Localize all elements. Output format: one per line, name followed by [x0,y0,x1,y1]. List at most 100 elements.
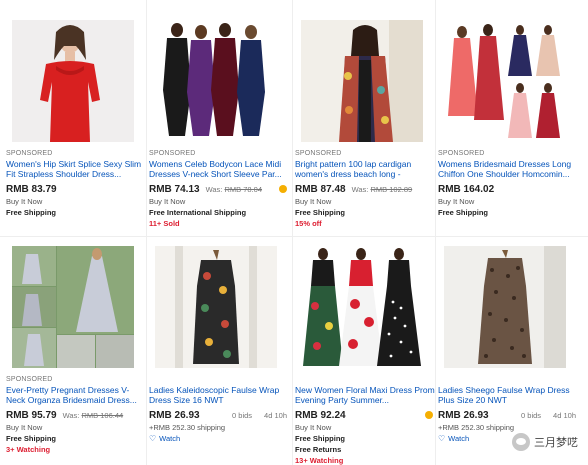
was-price: Was: RMB 78.04 [206,185,262,194]
shipping-info: Free International Shipping [149,208,247,217]
top-rated-badge-icon [279,185,287,193]
price: RMB 74.13 [149,184,200,195]
price-row: RMB 164.02 [438,184,580,196]
floral-maxi-dress-photo [301,246,423,368]
watch-link[interactable]: ♡ Watch [149,433,291,444]
price-row: RMB 26.93 0 bids 4d 10h [438,410,580,422]
shipping-info: Free Shipping [438,208,489,217]
wechat-logo-icon [512,433,530,451]
column-divider [292,0,293,465]
was-price-value: RMB 102.89 [370,185,413,194]
price-row: RMB 92.24 [295,410,437,422]
pregnant-dress-photo [12,246,134,368]
shipping-info: Free Shipping [6,208,57,217]
bid-count: 0 bids [232,411,253,420]
price-row: RMB 95.79 Was: RMB 106.44 [6,410,148,422]
shipping-cost: +RMB 252.30 shipping [149,423,226,432]
price: RMB 83.79 [6,184,57,195]
price-row: RMB 87.48 Was: RMB 102.89 [295,184,437,196]
kaleidoscopic-dress-photo [155,246,277,368]
price: RMB 92.24 [295,410,346,421]
product-title-link[interactable]: Women's Hip Skirt Splice Sexy Slim Fit S… [6,159,148,179]
shipping-info: Free Shipping [295,208,346,217]
shipping-cost: +RMB 252.30 shipping [438,423,515,432]
product-card[interactable]: SPONSORED Ever-Pretty Pregnant Dresses V… [6,246,148,455]
buy-format: Buy It Now [6,197,43,206]
price-row: RMB 83.79 [6,184,148,196]
sponsored-label: SPONSORED [149,150,196,157]
price: RMB 87.48 [295,184,346,195]
sponsored-label: SPONSORED [6,376,53,383]
bid-count: 0 bids [521,411,542,420]
product-card[interactable]: Ladies Kaleidoscopic Faulse Wrap Dress S… [149,246,291,444]
product-image[interactable] [444,246,566,368]
was-price-value: RMB 106.44 [81,411,124,420]
sponsored-label [295,376,437,384]
shipping-info: Free Shipping [295,434,346,443]
was-price: Was: RMB 102.89 [352,185,413,194]
product-title-link[interactable]: Ladies Kaleidoscopic Faulse Wrap Dress S… [149,385,291,405]
top-rated-badge-icon [425,411,433,419]
product-image[interactable] [12,246,134,368]
sheego-dress-photo [444,246,566,368]
product-title-link[interactable]: Bright pattern 100 lap cardigan women's … [295,159,437,179]
was-label: Was: [62,411,80,420]
red-dress-photo [12,20,134,142]
price: RMB 164.02 [438,184,495,195]
sponsored-label: SPONSORED [6,150,53,157]
watching-count: 13+ Watching [295,456,344,465]
bridesmaid-dresses-photo [444,20,566,142]
buy-format: Buy It Now [438,197,475,206]
heart-icon: ♡ [438,434,446,443]
price: RMB 95.79 [6,410,57,421]
product-card[interactable]: SPONSORED Womens Celeb Bodycon Lace Midi… [149,20,291,229]
price: RMB 26.93 [149,410,200,421]
product-title-link[interactable]: Womens Bridesmaid Dresses Long Chiffon O… [438,159,580,179]
product-title-link[interactable]: Ever-Pretty Pregnant Dresses V-Neck Orga… [6,385,148,405]
product-image[interactable] [301,20,423,142]
product-card[interactable]: SPONSORED Women's Hip Skirt Splice Sexy … [6,20,148,218]
watch-label: Watch [159,434,181,443]
shipping-info: Free Shipping [6,434,57,443]
returns-info: Free Returns [295,445,342,454]
buy-format: Buy It Now [6,423,43,432]
product-card[interactable]: New Women Floral Maxi Dress Prom Evening… [295,246,437,465]
product-title-link[interactable]: Ladies Sheego Faulse Wrap Dress Plus Siz… [438,385,580,405]
row-divider [0,236,588,237]
product-title-link[interactable]: New Women Floral Maxi Dress Prom Evening… [295,385,437,405]
discount-label: 15% off [295,219,322,228]
cardigan-photo [301,20,423,142]
product-card[interactable]: Ladies Sheego Faulse Wrap Dress Plus Siz… [438,246,580,444]
product-image[interactable] [301,246,423,368]
sponsored-label: SPONSORED [295,150,342,157]
sold-count: 11+ Sold [149,219,180,228]
watching-count: 3+ Watching [6,445,51,454]
product-card[interactable]: SPONSORED Womens Bridesmaid Dresses Long… [438,20,580,218]
sponsored-label: SPONSORED [438,150,485,157]
product-title-link[interactable]: Womens Celeb Bodycon Lace Midi Dresses V… [149,159,291,179]
product-image[interactable] [444,20,566,142]
watermark-text: 三月梦呓 [534,437,578,449]
price-row: RMB 26.93 0 bids 4d 10h [149,410,291,422]
price-row: RMB 74.13 Was: RMB 78.04 [149,184,291,196]
price: RMB 26.93 [438,410,489,421]
buy-format: Buy It Now [295,423,332,432]
was-price-value: RMB 78.04 [224,185,263,194]
product-image[interactable] [12,20,134,142]
buy-format: Buy It Now [149,197,186,206]
product-card[interactable]: SPONSORED Bright pattern 100 lap cardiga… [295,20,437,229]
was-price: Was: RMB 106.44 [63,411,124,420]
lace-dresses-photo [155,20,277,142]
time-left: 4d 10h [553,411,576,420]
buy-format: Buy It Now [295,197,332,206]
product-image[interactable] [155,246,277,368]
watermark: 三月梦呓 [512,433,578,451]
sponsored-label [149,376,291,384]
heart-icon: ♡ [149,434,157,443]
sponsored-label [438,376,580,384]
time-left: 4d 10h [264,411,287,420]
product-grid: SPONSORED Women's Hip Skirt Splice Sexy … [0,0,588,465]
watch-label: Watch [448,434,470,443]
product-image[interactable] [155,20,277,142]
was-label: Was: [205,185,223,194]
